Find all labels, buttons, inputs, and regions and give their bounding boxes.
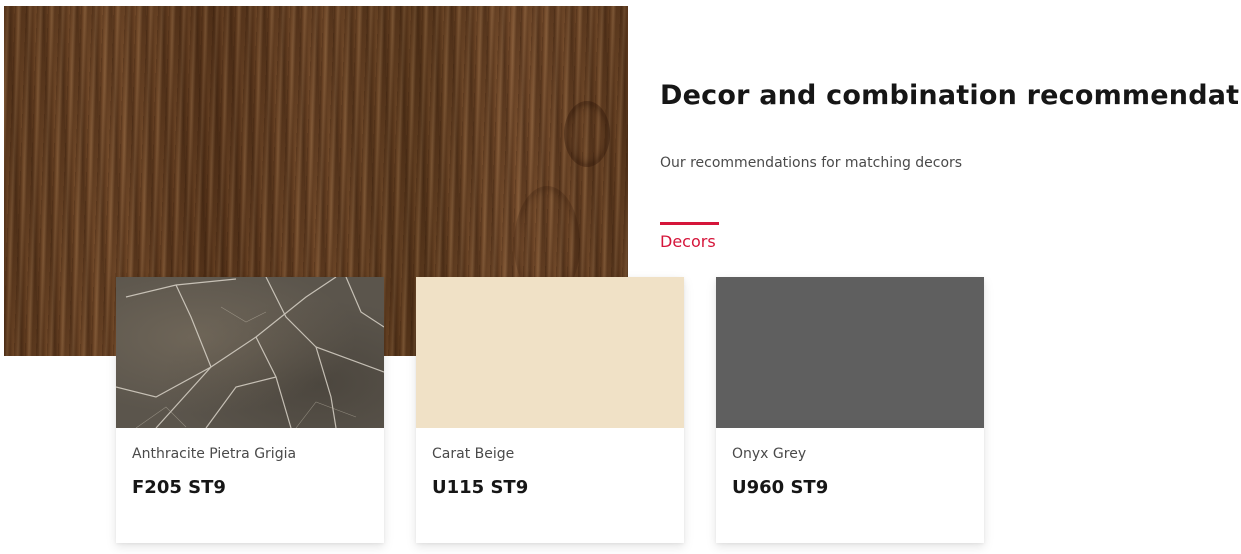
marble-swatch-image	[116, 277, 384, 428]
marble-veins	[116, 277, 384, 428]
beige-swatch-image	[416, 277, 684, 428]
decor-code: U960 ST9	[732, 477, 829, 498]
decor-name: Onyx Grey	[732, 446, 807, 462]
decor-name: Carat Beige	[432, 446, 515, 462]
decor-card-onyx-grey[interactable]: Onyx Grey U960 ST9	[716, 277, 984, 543]
decor-code: F205 ST9	[132, 477, 226, 498]
decor-code: U115 ST9	[432, 477, 529, 498]
decor-card-carat-beige[interactable]: Carat Beige U115 ST9	[416, 277, 684, 543]
page-title: Decor and combination recommendations	[660, 80, 1241, 111]
wood-knot	[564, 101, 610, 167]
decor-name: Anthracite Pietra Grigia	[132, 446, 297, 462]
decor-card-anthracite-pietra-grigia[interactable]: Anthracite Pietra Grigia F205 ST9	[116, 277, 384, 543]
tab-decors[interactable]: Decors	[660, 222, 719, 251]
grey-swatch-image	[716, 277, 984, 428]
page-subtitle: Our recommendations for matching decors	[660, 155, 963, 171]
